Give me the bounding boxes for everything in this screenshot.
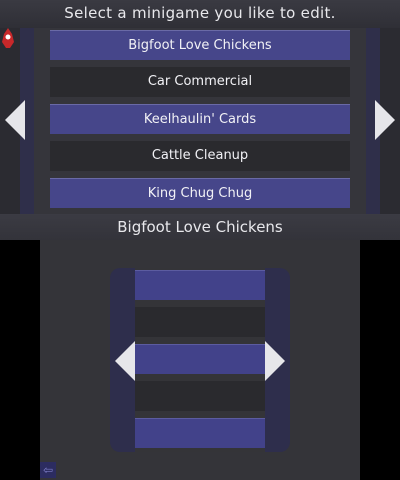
page-title: Select a minigame you like to edit. — [0, 0, 400, 28]
back-icon[interactable]: ⇦ — [40, 462, 56, 478]
left-arrow-icon[interactable] — [115, 341, 135, 381]
selected-minigame-title: Bigfoot Love Chickens — [0, 214, 400, 240]
preview-item-highlight[interactable] — [135, 270, 265, 300]
preview-item-highlight[interactable] — [135, 418, 265, 448]
right-arrow-icon[interactable] — [375, 100, 395, 140]
minigame-list: Bigfoot Love Chickens Car Commercial Kee… — [20, 28, 380, 214]
bottom-screen: ⇦ — [40, 240, 360, 480]
list-item-king-chug-chug[interactable]: King Chug Chug — [50, 178, 350, 208]
list-item-car-commercial[interactable]: Car Commercial — [50, 67, 350, 97]
list-item-keelhaulin-cards[interactable]: Keelhaulin' Cards — [50, 104, 350, 134]
preview-item-highlight[interactable] — [135, 344, 265, 374]
left-arrow-icon[interactable] — [5, 100, 25, 140]
list-item-cattle-cleanup[interactable]: Cattle Cleanup — [50, 141, 350, 171]
preview-item-dark[interactable] — [135, 381, 265, 411]
right-arrow-icon[interactable] — [265, 341, 285, 381]
top-screen: Select a minigame you like to edit. Bigf… — [0, 0, 400, 240]
preview-item-dark[interactable] — [135, 307, 265, 337]
mascot-icon — [2, 28, 14, 48]
list-item-bigfoot-love-chickens[interactable]: Bigfoot Love Chickens — [50, 30, 350, 60]
